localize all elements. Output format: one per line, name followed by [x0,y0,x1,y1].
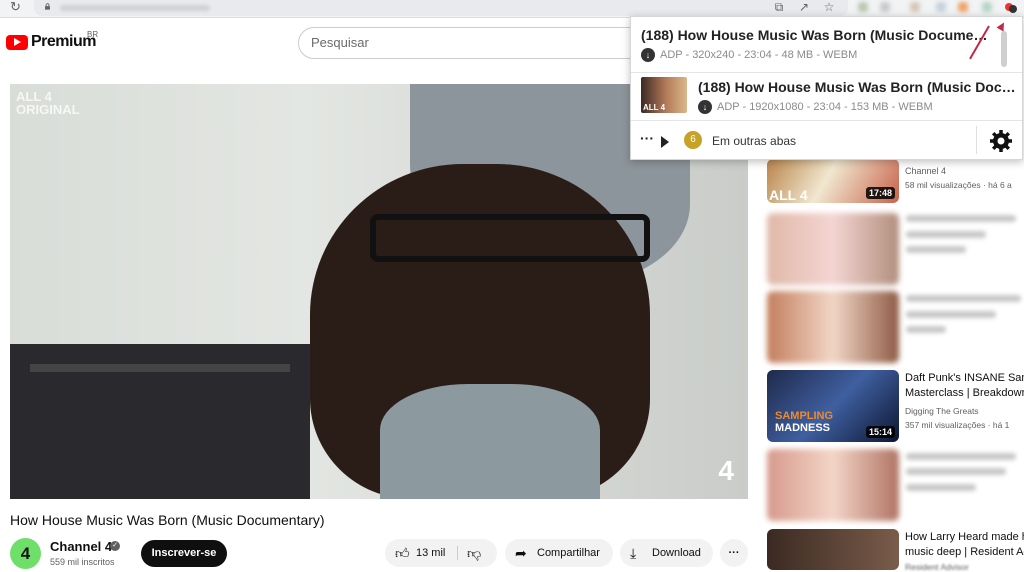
recommendation-title[interactable]: How Larry Heard made h [905,530,1024,545]
reload-icon[interactable]: ↻ [10,0,21,14]
url-text-redacted [60,5,210,11]
recommendation-meta: 58 mil visualizações · há 6 a [905,180,1012,190]
download-item-title: (188) How House Music Was Born (Music Do… [698,79,1018,95]
video-title: How House Music Was Born (Music Document… [10,512,325,528]
download-item-title: (188) How House Music Was Born (Music Do… [641,27,993,43]
thumbnail-text: MADNESS [775,422,831,434]
channel-watermark: ALL 4 ORIGINAL [16,89,80,117]
thumbs-down-icon[interactable]: 👎︎ [467,539,481,567]
extension-icon[interactable] [858,2,868,12]
person-glasses [370,214,650,262]
redacted-title [906,453,1016,460]
recommendation-channel[interactable]: Channel 4 [905,166,1024,176]
thumbnail-text: SAMPLING [775,410,834,422]
extension-icon[interactable] [910,2,920,12]
more-options-icon[interactable]: ··· [640,130,654,146]
recommendation-title[interactable]: Daft Punk's INSANE Sam [905,371,1024,386]
channel4-corner-logo: 4 [718,455,734,486]
recommendation-title[interactable]: Masterclass | Breakdown [905,386,1024,401]
share-button[interactable]: ➦ Compartilhar [505,539,613,567]
redacted-title [906,311,996,318]
extension-icon[interactable] [880,2,890,12]
channel-avatar[interactable]: 4 [10,538,41,569]
download-item-meta: ADP - 1920x1080 - 23:04 - 153 MB - WEBM [717,101,933,113]
like-count[interactable]: 13 mil [416,539,445,567]
share-icon[interactable]: ↗ [797,0,811,14]
redacted-title [906,295,1021,302]
thumbnail-label: ALL 4 [769,187,808,203]
redacted-channel [906,231,986,238]
share-label: Compartilhar [537,547,600,559]
play-triangle-icon [14,38,21,46]
redacted-title [906,215,1016,222]
download-popup: (188) How House Music Was Born (Music Do… [630,16,1023,160]
popup-download-item[interactable]: ALL 4 (188) How House Music Was Born (Mu… [631,73,1022,120]
recommendation-thumbnail[interactable]: SAMPLING MADNESS 15:14 [767,370,899,442]
download-item-meta: ADP - 320x240 - 23:04 - 48 MB - WEBM [660,49,858,61]
download-icon: ⤓ [630,545,637,561]
thumbnail-label: ALL 4 [643,103,666,112]
download-item-thumbnail: ALL 4 [641,77,687,113]
recommendation-thumbnail[interactable] [767,213,899,285]
recommendation-thumbnail[interactable] [767,291,899,363]
thumbs-up-icon[interactable]: 👍︎ [395,539,410,567]
lock-icon [45,3,50,10]
subscribe-button[interactable]: Inscrever-se [141,540,227,567]
redacted-channel [906,484,976,491]
recommendation-thumbnail[interactable] [767,529,899,570]
download-arrow-icon: ↓ [641,48,655,62]
person-scarf [380,384,600,499]
recommendation-thumbnail[interactable] [767,449,899,521]
video-duration: 15:14 [865,426,895,438]
share-arrow-icon: ➦ [515,545,527,561]
divider [976,126,977,154]
divider [457,546,458,560]
search-input[interactable]: Pesquisar [298,27,638,59]
download-label: Download [652,547,701,559]
verified-icon: ✓ [110,541,120,551]
recommendation-channel[interactable]: Resident Advisor [905,562,1024,572]
extension-icon[interactable] [982,2,992,12]
synth-background [30,364,290,372]
recommendation-channel[interactable]: Digging The Greats [905,406,1024,416]
video-duration: 17:48 [865,187,895,199]
channel-name[interactable]: Channel 4 [50,539,112,554]
gear-icon[interactable] [989,129,1013,153]
extension-icon[interactable] [958,2,968,12]
popup-download-item[interactable]: (188) How House Music Was Born (Music Do… [631,17,1022,72]
more-actions-button[interactable]: ··· [720,539,748,567]
popup-scrollbar[interactable] [1001,31,1007,67]
expand-arrow-icon[interactable] [661,136,669,148]
other-tabs-count-badge: 6 [684,131,702,149]
like-dislike-group: 👍︎ 13 mil 👎︎ [385,539,497,567]
extension-icon[interactable] [936,2,946,12]
video-downloader-extension-icon[interactable] [1004,1,1018,15]
subscriber-count: 559 mil inscritos [50,557,115,567]
recommendation-meta: 357 mil visualizações · há 1 [905,420,1010,430]
redacted-title [906,468,1006,475]
bookmark-star-icon[interactable]: ☆ [822,0,836,14]
redacted-meta [906,246,966,253]
recommendation-thumbnail[interactable]: ALL 4 17:48 [767,159,899,203]
install-app-icon[interactable]: ⧉ [772,0,786,14]
redacted-channel [906,326,946,333]
recommendation-title[interactable]: music deep | Resident Ad [905,545,1024,560]
region-code: BR [87,30,99,39]
download-button[interactable]: ⤓ Download [620,539,713,567]
divider [631,120,1022,121]
download-arrow-icon: ↓ [698,100,712,114]
other-tabs-label[interactable]: Em outras abas [712,134,796,148]
